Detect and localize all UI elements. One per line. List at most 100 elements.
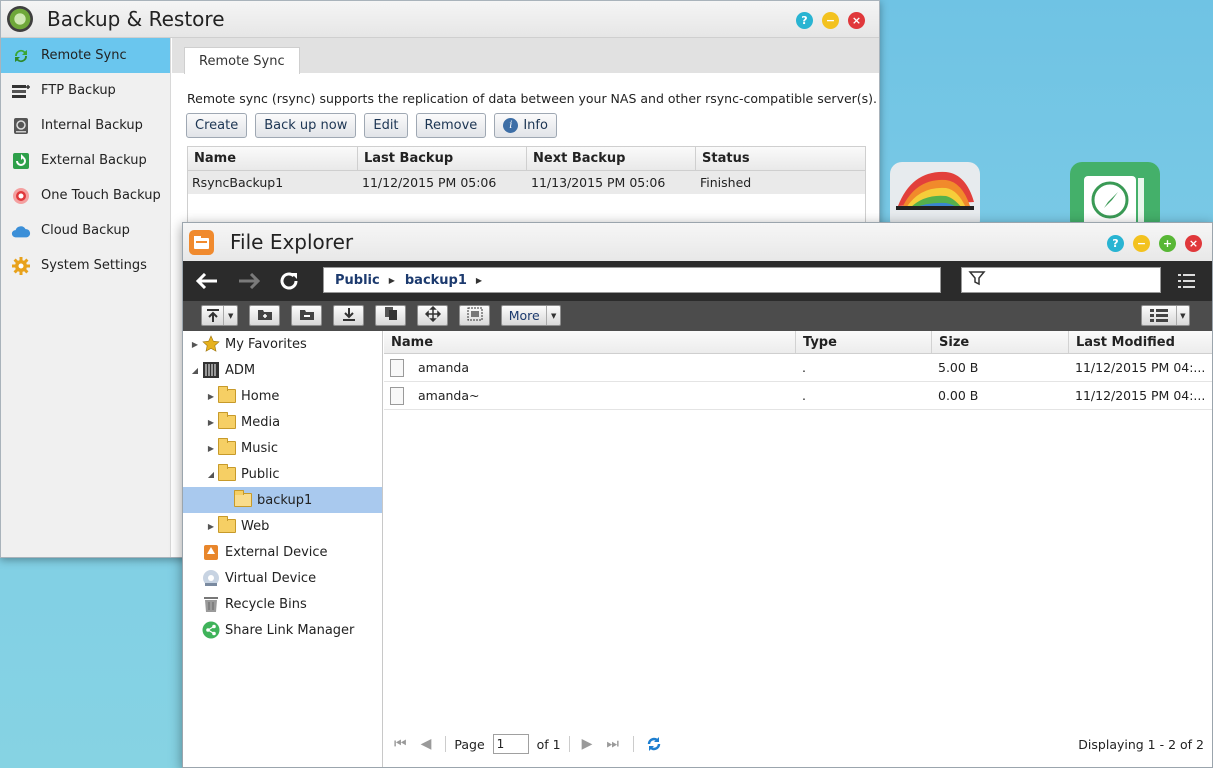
tree-item-recycle-bins[interactable]: Recycle Bins (183, 591, 382, 617)
maximize-button[interactable]: + (1159, 235, 1176, 252)
collapse-arrow-icon[interactable]: ◢ (189, 366, 201, 375)
help-button[interactable]: ? (1107, 235, 1124, 252)
table-row[interactable]: RsyncBackup1 11/12/2015 PM 05:06 11/13/2… (188, 171, 865, 194)
file-type: . (802, 360, 806, 375)
view-mode-button[interactable]: ▼ (1141, 305, 1190, 326)
tree-item-music[interactable]: ▶ Music (183, 435, 382, 461)
download-button[interactable] (333, 305, 364, 326)
collapse-arrow-icon[interactable]: ◢ (205, 470, 217, 479)
tree-item-adm[interactable]: ◢ ADM (183, 357, 382, 383)
tree-item-backup1[interactable]: backup1 (183, 487, 382, 513)
copy-icon (384, 306, 398, 325)
breadcrumb-item-public[interactable]: Public (335, 273, 380, 288)
previous-page-icon[interactable]: ◀ (421, 736, 432, 752)
tab-remote-sync[interactable]: Remote Sync (184, 47, 300, 74)
sidebar-item-label: FTP Backup (41, 83, 116, 98)
tree-item-home[interactable]: ▶ Home (183, 383, 382, 409)
tree-item-share-link-manager[interactable]: Share Link Manager (183, 617, 382, 643)
tree-item-label: Virtual Device (225, 570, 317, 586)
star-icon (201, 335, 221, 353)
share-icon (201, 621, 221, 639)
more-menu-button[interactable]: More ▼ (501, 305, 561, 326)
sidebar-item-cloud-backup[interactable]: Cloud Backup (1, 213, 170, 248)
tree-item-external-device[interactable]: External Device (183, 539, 382, 565)
file-explorer-title-bar[interactable]: File Explorer ? − + × (183, 223, 1212, 261)
tree-item-web[interactable]: ▶ Web (183, 513, 382, 539)
copy-button[interactable] (375, 305, 406, 326)
edit-button[interactable]: Edit (364, 113, 408, 138)
file-list: Name Type Size Last Modified amanda . 5.… (384, 331, 1212, 767)
info-button[interactable]: i Info (494, 113, 557, 138)
forward-arrow-icon[interactable] (237, 270, 261, 292)
folder-icon (217, 412, 237, 431)
minimize-button[interactable]: − (822, 12, 839, 29)
column-header-size[interactable]: Size (932, 331, 1069, 353)
refresh-icon[interactable] (646, 736, 662, 752)
column-header-last-modified[interactable]: Last Modified (1069, 331, 1207, 353)
pagination-bar: ⏮ ◀ Page 1 of 1 ▶ ⏭ Displaying 1 - 2 of … (384, 721, 1212, 767)
expand-arrow-icon[interactable]: ▶ (205, 418, 217, 427)
page-label: Page (454, 736, 485, 752)
detail-view-icon (1142, 309, 1176, 322)
chevron-down-icon[interactable]: ▼ (223, 306, 237, 325)
file-row[interactable]: amanda . 5.00 B 11/12/2015 PM 04:... (384, 354, 1212, 382)
file-icon (390, 358, 404, 377)
server-icon (201, 361, 221, 379)
file-size: 5.00 B (938, 360, 979, 375)
sidebar-item-remote-sync[interactable]: Remote Sync (1, 38, 170, 73)
tree-item-label: Music (241, 440, 278, 456)
sidebar-item-ftp-backup[interactable]: FTP Backup (1, 73, 170, 108)
list-options-icon[interactable] (1175, 270, 1199, 292)
tree-item-label: Media (241, 414, 281, 430)
column-header-status[interactable]: Status (696, 147, 865, 170)
refresh-icon[interactable] (277, 270, 301, 292)
sidebar-item-external-backup[interactable]: External Backup (1, 143, 170, 178)
first-page-icon[interactable]: ⏮ (394, 736, 407, 752)
breadcrumb-separator-icon: ▶ (388, 275, 395, 285)
breadcrumb-separator-icon[interactable]: ▶ (476, 276, 482, 285)
select-all-button[interactable] (459, 305, 490, 326)
remove-button[interactable]: Remove (415, 113, 487, 138)
create-button[interactable]: Create (186, 113, 248, 138)
column-header-name[interactable]: Name (384, 331, 796, 353)
expand-arrow-icon[interactable]: ▶ (189, 340, 201, 349)
upload-icon (202, 308, 223, 323)
back-arrow-icon[interactable] (195, 270, 219, 292)
new-folder-button[interactable] (249, 305, 280, 326)
sidebar-item-one-touch-backup[interactable]: One Touch Backup (1, 178, 170, 213)
tree-item-label: Web (241, 518, 270, 534)
expand-arrow-icon[interactable]: ▶ (205, 522, 217, 531)
column-header-last-backup[interactable]: Last Backup (358, 147, 527, 170)
last-page-icon[interactable]: ⏭ (606, 736, 619, 752)
tree-item-virtual-device[interactable]: Virtual Device (183, 565, 382, 591)
next-page-icon[interactable]: ▶ (582, 736, 593, 752)
column-header-name[interactable]: Name (188, 147, 358, 170)
tree-item-media[interactable]: ▶ Media (183, 409, 382, 435)
upload-button[interactable]: ▼ (201, 305, 238, 326)
filter-input[interactable] (961, 267, 1161, 293)
column-header-next-backup[interactable]: Next Backup (527, 147, 696, 170)
breadcrumb-item-backup1[interactable]: backup1 (405, 273, 467, 288)
help-button[interactable]: ? (796, 12, 813, 29)
file-row[interactable]: amanda~ . 0.00 B 11/12/2015 PM 04:... (384, 382, 1212, 410)
file-name: amanda~ (418, 388, 480, 403)
tree-item-public[interactable]: ◢ Public (183, 461, 382, 487)
folder-icon (233, 490, 253, 509)
close-button[interactable]: × (1185, 235, 1202, 252)
backup-now-button[interactable]: Back up now (255, 113, 357, 138)
gear-icon (11, 256, 31, 276)
sidebar-item-internal-backup[interactable]: Internal Backup (1, 108, 170, 143)
column-header-type[interactable]: Type (796, 331, 932, 353)
tree-item-my-favorites[interactable]: ▶ My Favorites (183, 331, 382, 357)
page-number-input[interactable]: 1 (492, 734, 529, 754)
expand-arrow-icon[interactable]: ▶ (205, 392, 217, 401)
backup-title-bar[interactable]: Backup & Restore ? − × (1, 1, 879, 38)
tree-item-label: External Device (225, 544, 328, 560)
sidebar-item-system-settings[interactable]: System Settings (1, 248, 170, 283)
move-button[interactable] (417, 305, 448, 326)
folder-icon (217, 386, 237, 405)
minimize-button[interactable]: − (1133, 235, 1150, 252)
expand-arrow-icon[interactable]: ▶ (205, 444, 217, 453)
archive-button[interactable] (291, 305, 322, 326)
close-button[interactable]: × (848, 12, 865, 29)
